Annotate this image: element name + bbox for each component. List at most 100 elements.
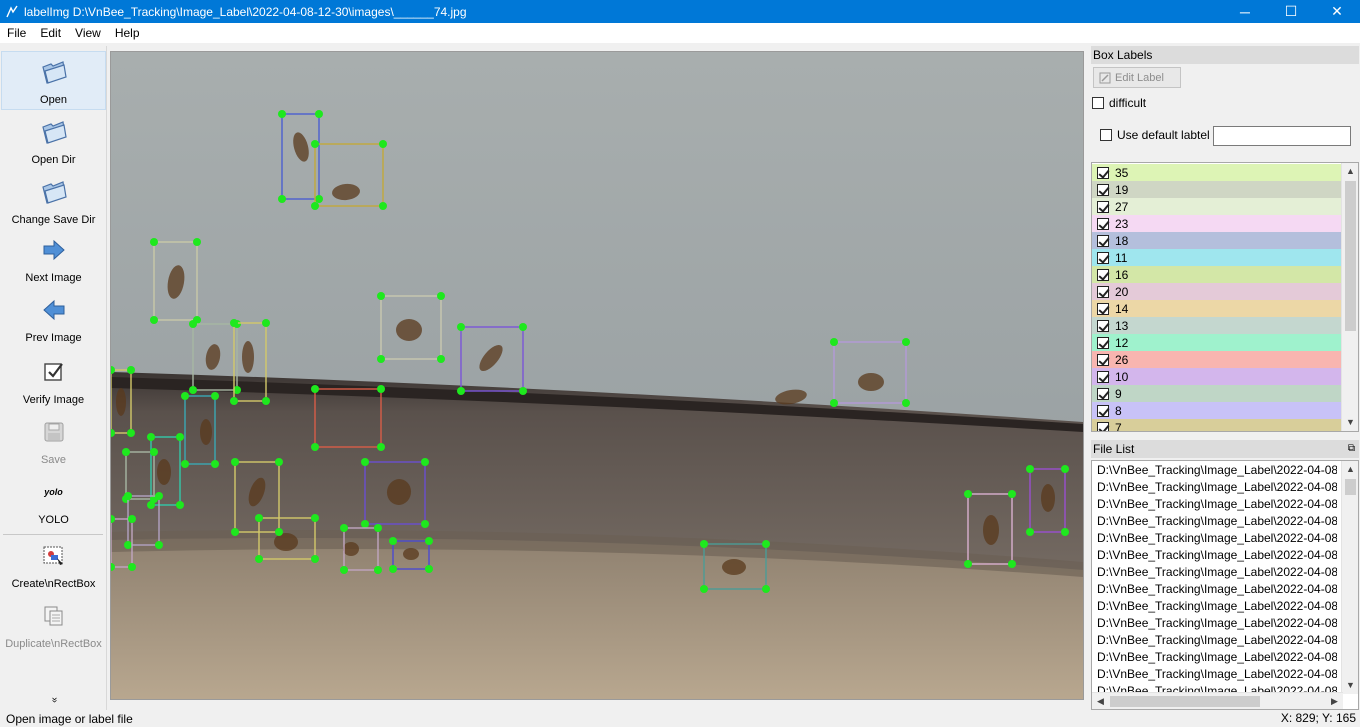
label-visible-checkbox[interactable] <box>1097 251 1109 264</box>
box-vertex-handle[interactable] <box>1026 465 1034 473</box>
box-vertex-handle[interactable] <box>1061 465 1069 473</box>
annotation-canvas[interactable] <box>111 52 1083 699</box>
label-item[interactable]: 8 <box>1092 402 1342 419</box>
label-item[interactable]: 23 <box>1092 215 1342 232</box>
box-vertex-handle[interactable] <box>311 443 319 451</box>
box-vertex-handle[interactable] <box>124 541 132 549</box>
box-vertex-handle[interactable] <box>230 319 238 327</box>
box-vertex-handle[interactable] <box>315 195 323 203</box>
box-vertex-handle[interactable] <box>700 585 708 593</box>
box-vertex-handle[interactable] <box>379 202 387 210</box>
label-list-scrollbar[interactable]: ▲ ▼ <box>1341 163 1358 431</box>
box-vertex-handle[interactable] <box>122 448 130 456</box>
scroll-left-icon[interactable]: ◀ <box>1092 693 1109 709</box>
box-vertex-handle[interactable] <box>389 537 397 545</box>
label-list-scroll-thumb[interactable] <box>1345 181 1356 331</box>
label-visible-checkbox[interactable] <box>1097 302 1109 315</box>
box-vertex-handle[interactable] <box>425 565 433 573</box>
use-default-label-checkbox[interactable] <box>1100 129 1112 141</box>
file-list-item[interactable]: D:\VnBee_Tracking\Image_Label\2022-04-08… <box>1097 462 1337 479</box>
save-button[interactable]: Save <box>1 414 106 472</box>
undock-icon[interactable]: ⧉ <box>1348 440 1355 458</box>
box-vertex-handle[interactable] <box>231 528 239 536</box>
box-vertex-handle[interactable] <box>830 338 838 346</box>
box-vertex-handle[interactable] <box>211 460 219 468</box>
label-visible-checkbox[interactable] <box>1097 421 1109 431</box>
box-vertex-handle[interactable] <box>425 537 433 545</box>
box-vertex-handle[interactable] <box>457 323 465 331</box>
edit-label-button[interactable]: Edit Label <box>1093 67 1181 88</box>
box-vertex-handle[interactable] <box>421 520 429 528</box>
box-vertex-handle[interactable] <box>155 492 163 500</box>
file-list-vscrollbar[interactable]: ▲ ▼ <box>1341 461 1358 694</box>
box-vertex-handle[interactable] <box>278 110 286 118</box>
box-vertex-handle[interactable] <box>762 585 770 593</box>
box-vertex-handle[interactable] <box>278 195 286 203</box>
box-vertex-handle[interactable] <box>379 140 387 148</box>
label-visible-checkbox[interactable] <box>1097 166 1109 179</box>
label-item[interactable]: 18 <box>1092 232 1342 249</box>
label-item[interactable]: 9 <box>1092 385 1342 402</box>
box-vertex-handle[interactable] <box>964 490 972 498</box>
box-vertex-handle[interactable] <box>176 433 184 441</box>
box-vertex-handle[interactable] <box>437 292 445 300</box>
box-vertex-handle[interactable] <box>377 385 385 393</box>
box-vertex-handle[interactable] <box>1026 528 1034 536</box>
next-image-button[interactable]: Next Image <box>1 234 106 290</box>
box-vertex-handle[interactable] <box>1061 528 1069 536</box>
label-visible-checkbox[interactable] <box>1097 200 1109 213</box>
label-visible-checkbox[interactable] <box>1097 268 1109 281</box>
label-visible-checkbox[interactable] <box>1097 319 1109 332</box>
file-list-item[interactable]: D:\VnBee_Tracking\Image_Label\2022-04-08… <box>1097 564 1337 581</box>
duplicate-rect-box-button[interactable]: Duplicate\nRectBox <box>1 598 106 656</box>
image-canvas[interactable] <box>110 51 1084 700</box>
label-item[interactable]: 11 <box>1092 249 1342 266</box>
label-visible-checkbox[interactable] <box>1097 285 1109 298</box>
box-vertex-handle[interactable] <box>124 492 132 500</box>
minimize-button[interactable]: ─ <box>1222 0 1268 23</box>
label-visible-checkbox[interactable] <box>1097 183 1109 196</box>
box-vertex-handle[interactable] <box>231 458 239 466</box>
box-vertex-handle[interactable] <box>147 433 155 441</box>
file-list-item[interactable]: D:\VnBee_Tracking\Image_Label\2022-04-08… <box>1097 615 1337 632</box>
label-item[interactable]: 12 <box>1092 334 1342 351</box>
file-list-item[interactable]: D:\VnBee_Tracking\Image_Label\2022-04-08… <box>1097 581 1337 598</box>
file-list-item[interactable]: D:\VnBee_Tracking\Image_Label\2022-04-08… <box>1097 547 1337 564</box>
toolbar-more-button[interactable]: » <box>46 693 60 707</box>
open-button[interactable]: Open <box>1 51 106 110</box>
file-list-item[interactable]: D:\VnBee_Tracking\Image_Label\2022-04-08… <box>1097 632 1337 649</box>
close-button[interactable]: ✕ <box>1314 0 1360 23</box>
file-list-vscroll-thumb[interactable] <box>1345 479 1356 495</box>
box-vertex-handle[interactable] <box>902 399 910 407</box>
label-item[interactable]: 26 <box>1092 351 1342 368</box>
file-list[interactable]: D:\VnBee_Tracking\Image_Label\2022-04-08… <box>1091 460 1359 710</box>
box-vertex-handle[interactable] <box>902 338 910 346</box>
label-item[interactable]: 19 <box>1092 181 1342 198</box>
verify-image-button[interactable]: Verify Image <box>1 354 106 412</box>
box-vertex-handle[interactable] <box>211 392 219 400</box>
prev-image-button[interactable]: Prev Image <box>1 294 106 350</box>
box-vertex-handle[interactable] <box>361 458 369 466</box>
box-vertex-handle[interactable] <box>519 323 527 331</box>
file-list-item[interactable]: D:\VnBee_Tracking\Image_Label\2022-04-08… <box>1097 479 1337 496</box>
box-vertex-handle[interactable] <box>762 540 770 548</box>
yolo-button[interactable]: yolo YOLO <box>1 474 106 532</box>
box-vertex-handle[interactable] <box>361 520 369 528</box>
menu-file[interactable]: File <box>0 26 33 40</box>
maximize-button[interactable]: ☐ <box>1268 0 1314 23</box>
label-visible-checkbox[interactable] <box>1097 336 1109 349</box>
label-item[interactable]: 20 <box>1092 283 1342 300</box>
file-list-item[interactable]: D:\VnBee_Tracking\Image_Label\2022-04-08… <box>1097 598 1337 615</box>
label-visible-checkbox[interactable] <box>1097 353 1109 366</box>
file-list-item[interactable]: D:\VnBee_Tracking\Image_Label\2022-04-08… <box>1097 496 1337 513</box>
label-item[interactable]: 14 <box>1092 300 1342 317</box>
box-vertex-handle[interactable] <box>181 460 189 468</box>
label-item[interactable]: 10 <box>1092 368 1342 385</box>
box-vertex-handle[interactable] <box>128 563 136 571</box>
box-vertex-handle[interactable] <box>189 386 197 394</box>
box-vertex-handle[interactable] <box>155 541 163 549</box>
box-vertex-handle[interactable] <box>437 355 445 363</box>
file-list-hscroll-thumb[interactable] <box>1110 696 1260 707</box>
box-vertex-handle[interactable] <box>311 514 319 522</box>
label-visible-checkbox[interactable] <box>1097 370 1109 383</box>
